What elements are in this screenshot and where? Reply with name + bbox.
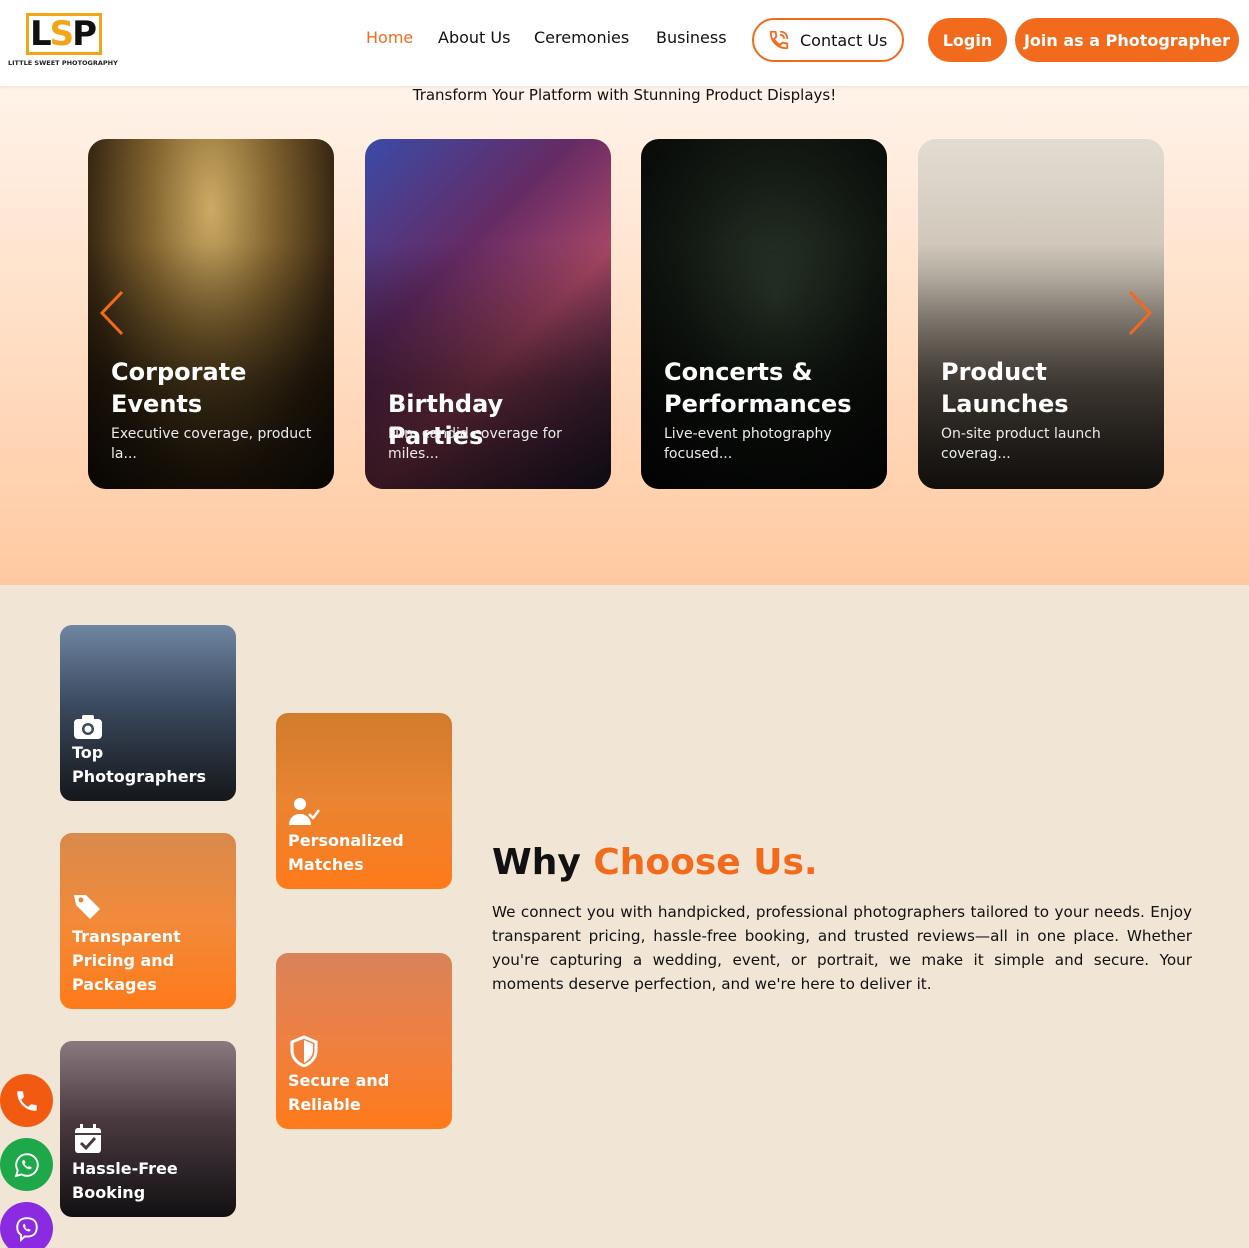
feature-transparent-pricing[interactable]: Transparent Pricing and Packages [60, 833, 236, 1009]
nav-business[interactable]: Business [656, 28, 727, 47]
nav-home[interactable]: Home [366, 28, 413, 47]
phone-icon [16, 1090, 37, 1111]
floating-whatsapp-button[interactable] [0, 1138, 53, 1191]
card-title: Concerts & Performances [664, 358, 852, 418]
card-description: Executive coverage, product la... [111, 426, 312, 462]
phone-call-icon [769, 30, 789, 50]
why-choose-us-text: We connect you with handpicked, professi… [492, 903, 1192, 993]
user-check-icon [289, 798, 320, 825]
feature-secure-reliable[interactable]: Secure and Reliable [276, 953, 452, 1129]
why-title-part1: Why [492, 842, 594, 883]
tags-icon [74, 895, 100, 919]
site-header: LSP LITTLE SWEET PHOTOGRAPHY Home About … [0, 0, 1249, 86]
contact-us-label: Contact Us [800, 30, 888, 50]
brand-logo[interactable]: LSP LITTLE SWEET PHOTOGRAPHY [8, 10, 118, 70]
viber-icon [15, 1216, 38, 1242]
why-title-accent: Choose Us. [593, 842, 818, 883]
contact-us-button[interactable]: Contact Us [752, 18, 904, 62]
logo-letters: LSP [30, 14, 97, 54]
login-button[interactable]: Login [928, 18, 1007, 62]
chevron-left-icon[interactable] [98, 290, 126, 336]
hero-tagline: Transform Your Platform with Stunning Pr… [412, 86, 837, 104]
feature-label: Top Photographers [72, 743, 206, 786]
feature-label: Hassle-Free Booking [72, 1159, 178, 1202]
why-choose-us-title: Why Choose Us. [492, 842, 818, 883]
feature-hassle-free-booking[interactable]: Hassle-Free Booking [60, 1041, 236, 1217]
floating-viber-button[interactable] [0, 1202, 53, 1248]
feature-personalized-matches[interactable]: Personalized Matches [276, 713, 452, 889]
join-photographer-button[interactable]: Join as a Photographer [1015, 18, 1239, 62]
chevron-right-icon[interactable] [1126, 290, 1154, 336]
camera-icon [74, 715, 102, 739]
category-card-concerts[interactable]: Concerts & Performances Live-event photo… [641, 139, 887, 489]
category-card-birthday-parties[interactable]: Birthday Parties Fun, candid coverage fo… [365, 139, 611, 489]
shield-icon [290, 1035, 318, 1067]
nav-about[interactable]: About Us [438, 28, 510, 47]
card-title: Product Launches [941, 358, 1069, 418]
feature-label: Transparent Pricing and Packages [72, 927, 181, 994]
whatsapp-icon [14, 1152, 39, 1177]
feature-top-photographers[interactable]: Top Photographers [60, 625, 236, 801]
card-description: On-site product launch coverag... [941, 426, 1101, 462]
card-title: Corporate Events [111, 358, 247, 418]
logo-tagline: LITTLE SWEET PHOTOGRAPHY [8, 59, 118, 67]
feature-label: Personalized Matches [288, 831, 404, 874]
card-description: Live-event photography focused... [664, 426, 832, 462]
floating-call-button[interactable] [0, 1074, 53, 1127]
card-description: Fun, candid coverage for miles... [388, 426, 562, 462]
nav-ceremonies[interactable]: Ceremonies [534, 28, 629, 47]
calendar-check-icon [75, 1124, 101, 1153]
feature-label: Secure and Reliable [288, 1071, 390, 1114]
